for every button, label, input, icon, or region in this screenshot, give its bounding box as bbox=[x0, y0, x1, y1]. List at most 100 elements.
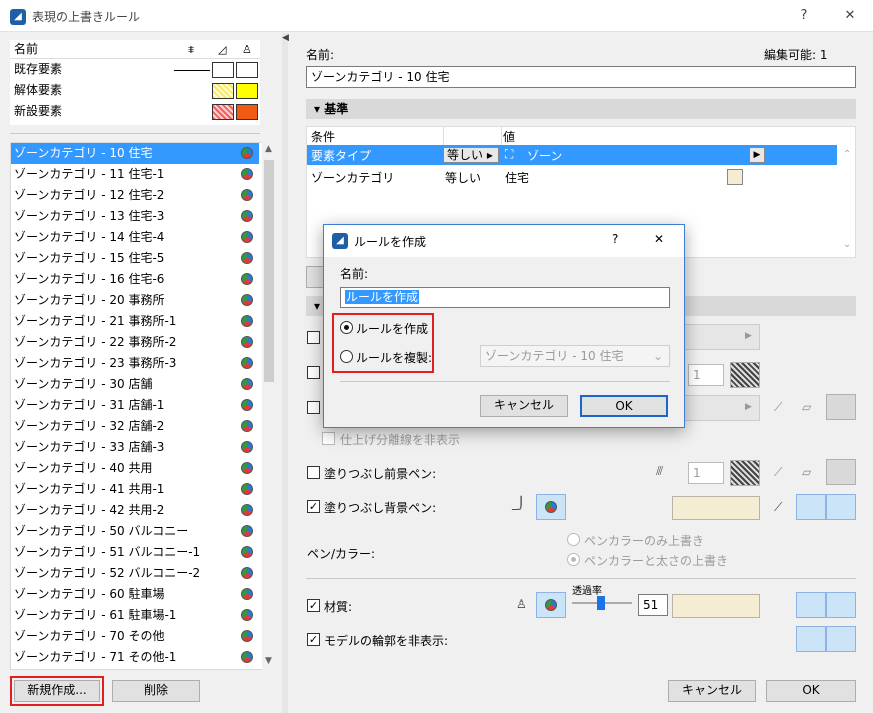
list-item[interactable]: ゾーンカテゴリ - 30 店舗 bbox=[11, 374, 259, 395]
duplicate-radio[interactable] bbox=[340, 350, 353, 363]
criteria-row[interactable]: ゾーンカテゴリ 等しい 住宅 bbox=[307, 167, 837, 187]
chevron-down-icon: ▾ bbox=[314, 102, 321, 116]
legend-row-existing[interactable]: 既存要素 bbox=[10, 60, 260, 79]
material-print-icon[interactable] bbox=[826, 592, 856, 618]
override-checkbox[interactable] bbox=[307, 331, 320, 344]
list-item[interactable]: ゾーンカテゴリ - 21 事務所-1 bbox=[11, 311, 259, 332]
create-radio[interactable] bbox=[340, 321, 353, 334]
fill-fg-swatch[interactable] bbox=[730, 460, 760, 486]
pen-number-input[interactable]: 1 bbox=[688, 364, 724, 386]
override-checkbox[interactable] bbox=[307, 401, 320, 414]
cancel-button[interactable]: キャンセル bbox=[668, 680, 756, 702]
list-item[interactable]: ゾーンカテゴリ - 52 バルコニー-2 bbox=[11, 563, 259, 584]
pen-opt2-radio[interactable] bbox=[567, 553, 580, 566]
list-item[interactable]: ゾーンカテゴリ - 40 共用 bbox=[11, 458, 259, 479]
fill-swatch bbox=[212, 104, 234, 120]
list-item[interactable]: ゾーンカテゴリ - 32 店舗-2 bbox=[11, 416, 259, 437]
fill-model-icon[interactable] bbox=[826, 459, 856, 485]
fill-project-icon[interactable]: ▱ bbox=[802, 465, 811, 479]
list-item[interactable]: ゾーンカテゴリ - 71 その他-1 bbox=[11, 647, 259, 668]
list-item[interactable]: ゾーンカテゴリ - 10 住宅 bbox=[11, 143, 259, 164]
material-icon: ♙ bbox=[242, 43, 252, 56]
list-item[interactable]: ゾーンカテゴリ - 50 バルコニー bbox=[11, 521, 259, 542]
delete-rule-button[interactable]: 削除 bbox=[112, 680, 200, 702]
outline-3d-icon[interactable] bbox=[796, 626, 826, 652]
close-icon[interactable]: ✕ bbox=[654, 232, 664, 246]
outline-model-icon[interactable] bbox=[826, 626, 856, 652]
list-item[interactable]: ゾーンカテゴリ - 51 バルコニー-1 bbox=[11, 542, 259, 563]
list-scroll-thumb[interactable] bbox=[264, 160, 274, 382]
fill-fg-checkbox[interactable] bbox=[307, 466, 320, 479]
list-item[interactable]: ゾーンカテゴリ - 41 共用-1 bbox=[11, 479, 259, 500]
fill-fg-pen-input[interactable]: 1 bbox=[688, 462, 724, 484]
list-item[interactable]: ゾーンカテゴリ - 12 住宅-2 bbox=[11, 185, 259, 206]
fill-project-icon[interactable]: ▱ bbox=[802, 400, 811, 414]
material-field[interactable] bbox=[672, 594, 760, 618]
legend-row-demolish[interactable]: 解体要素 bbox=[10, 81, 260, 100]
scroll-up-icon[interactable]: ▲ bbox=[265, 144, 272, 154]
help-icon[interactable]: ? bbox=[612, 232, 618, 246]
fill-bg-checkbox[interactable]: ✓ bbox=[307, 500, 320, 513]
splitter[interactable]: ◀ bbox=[282, 33, 289, 713]
pen-opt1-radio[interactable] bbox=[567, 533, 580, 546]
pen-swatch[interactable] bbox=[730, 362, 760, 388]
dialog-name-input[interactable]: ルールを作成 bbox=[340, 287, 670, 308]
material-picker[interactable] bbox=[536, 592, 566, 618]
override-checkbox[interactable] bbox=[307, 366, 320, 379]
list-item[interactable]: ゾーンカテゴリ - 20 事務所 bbox=[11, 290, 259, 311]
scroll-down-icon[interactable]: ▼ bbox=[265, 656, 272, 666]
color-pie-icon bbox=[241, 651, 253, 663]
duplicate-label: ルールを複製: bbox=[356, 351, 433, 365]
scroll-up-icon[interactable]: ⌃ bbox=[843, 149, 851, 160]
collapse-icon[interactable]: ◀ bbox=[282, 33, 289, 43]
list-item[interactable]: ゾーンカテゴリ - 61 駐車場-1 bbox=[11, 605, 259, 626]
fill-orientation-icon[interactable]: ⟋ bbox=[774, 400, 782, 415]
material-checkbox[interactable]: ✓ bbox=[307, 599, 320, 612]
transparency-input[interactable]: 51 bbox=[638, 594, 668, 616]
dialog-name-value: ルールを作成 bbox=[345, 290, 420, 304]
list-item[interactable]: ゾーンカテゴリ - 42 共用-2 bbox=[11, 500, 259, 521]
criteria-row[interactable]: 要素タイプ 等しい ▸ ⛶ ゾーン ▶ bbox=[307, 145, 837, 165]
list-item[interactable]: ゾーンカテゴリ - 13 住宅-3 bbox=[11, 206, 259, 227]
rule-list[interactable]: ゾーンカテゴリ - 10 住宅 ゾーンカテゴリ - 11 住宅-1 ゾーンカテゴリ … bbox=[10, 142, 276, 670]
list-item[interactable]: ゾーンカテゴリ - 60 駐車場 bbox=[11, 584, 259, 605]
rule-name-input[interactable]: ゾーンカテゴリ - 10 住宅 bbox=[306, 66, 856, 88]
list-item[interactable]: ゾーンカテゴリ - 33 店舗-3 bbox=[11, 437, 259, 458]
dialog-cancel-button[interactable]: キャンセル bbox=[480, 395, 568, 417]
fill-orientation-icon[interactable]: ⟋ bbox=[774, 465, 782, 480]
fill-bg-color-picker[interactable] bbox=[536, 494, 566, 520]
fill-model-icon[interactable] bbox=[826, 394, 856, 420]
list-item[interactable]: ゾーンカテゴリ - 11 住宅-1 bbox=[11, 164, 259, 185]
criteria-section-header[interactable]: ▾ 基準 bbox=[306, 99, 856, 119]
fill-bg-color-field[interactable] bbox=[672, 496, 760, 520]
list-item[interactable]: ゾーンカテゴリ - 23 事務所-3 bbox=[11, 353, 259, 374]
list-item[interactable]: ゾーンカテゴリ - 31 店舗-1 bbox=[11, 395, 259, 416]
criteria-header-condition: 条件 bbox=[311, 130, 336, 144]
value-dropdown-icon[interactable]: ▶ bbox=[749, 147, 765, 163]
hide-outline-checkbox[interactable]: ✓ bbox=[307, 633, 320, 646]
material-edit-icon[interactable] bbox=[796, 592, 826, 618]
operator-dropdown[interactable]: 等しい ▸ bbox=[443, 147, 499, 163]
list-item[interactable]: ゾーンカテゴリ - 16 住宅-6 bbox=[11, 269, 259, 290]
scroll-down-icon[interactable]: ⌄ bbox=[843, 239, 851, 250]
close-icon[interactable]: ✕ bbox=[836, 4, 864, 28]
fill-model-icon[interactable] bbox=[826, 494, 856, 520]
ok-button[interactable]: OK bbox=[766, 680, 856, 702]
list-item[interactable]: ゾーンカテゴリ - 15 住宅-5 bbox=[11, 248, 259, 269]
help-icon[interactable]: ? bbox=[790, 4, 818, 28]
list-item[interactable]: ゾーンカテゴリ - 14 住宅-4 bbox=[11, 227, 259, 248]
list-item[interactable]: ゾーンカテゴリ - 22 事務所-2 bbox=[11, 332, 259, 353]
duplicate-source-select[interactable]: ゾーンカテゴリ - 10 住宅 ⌄ bbox=[480, 345, 670, 367]
fill-type-dropdown[interactable]: ▶ bbox=[680, 395, 760, 421]
color-pie-icon bbox=[241, 210, 253, 222]
dialog-ok-button[interactable]: OK bbox=[580, 395, 668, 417]
list-item[interactable]: ゾーンカテゴリ - 70 その他 bbox=[11, 626, 259, 647]
line-type-dropdown[interactable]: ▶ bbox=[680, 324, 760, 350]
fill-orientation-icon[interactable]: ⟋ bbox=[774, 500, 782, 515]
list-item-label: ゾーンカテゴリ - 32 店舗-2 bbox=[14, 419, 165, 433]
legend-row-new[interactable]: 新設要素 bbox=[10, 102, 260, 121]
color-swatch[interactable] bbox=[727, 169, 743, 185]
finish-sep-checkbox[interactable] bbox=[322, 432, 335, 445]
fill-project-icon[interactable] bbox=[796, 494, 826, 520]
transparency-slider-thumb[interactable] bbox=[597, 596, 605, 610]
